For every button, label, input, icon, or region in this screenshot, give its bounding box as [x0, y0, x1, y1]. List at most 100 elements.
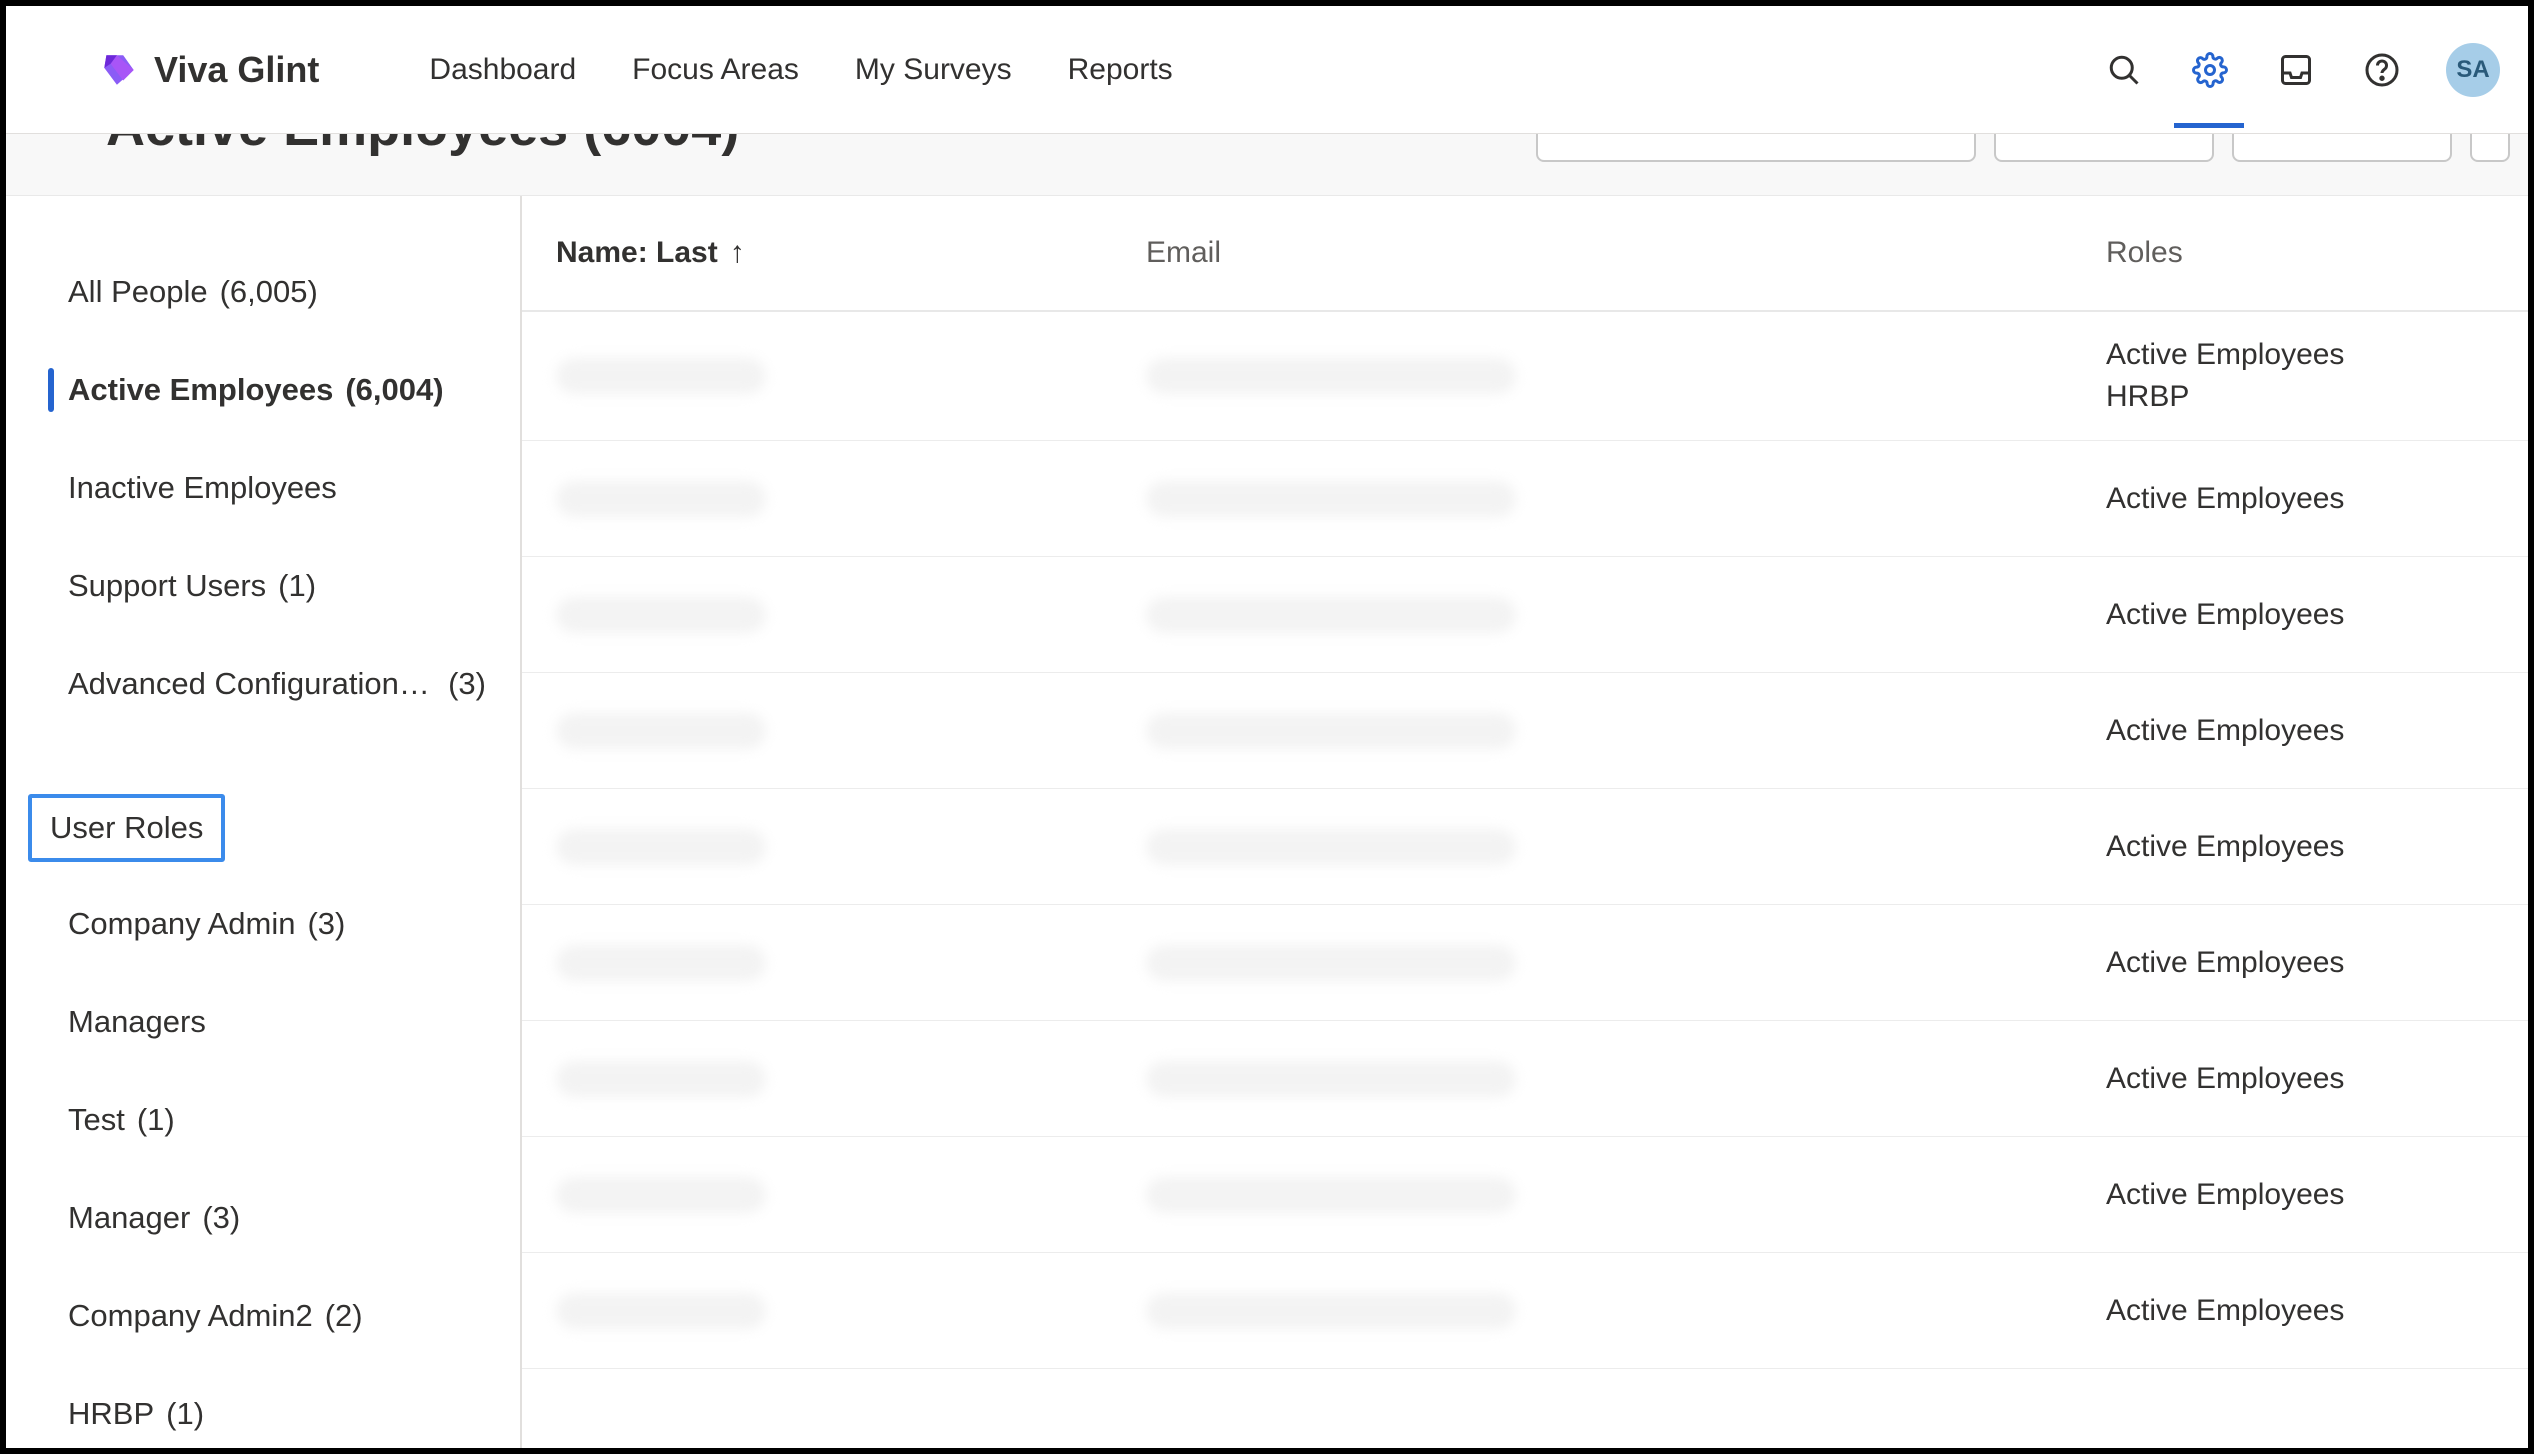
- sidebar-item-count: (6,005): [220, 274, 318, 310]
- sidebar-item-label: Manager: [68, 1200, 190, 1236]
- redacted-email: [1146, 358, 1516, 394]
- header-actions: [1536, 134, 2510, 162]
- sidebar-item-label: Test: [68, 1102, 125, 1138]
- sidebar-heading-user-roles: User Roles: [28, 794, 225, 862]
- redacted-email: [1146, 713, 1516, 749]
- redacted-name: [556, 358, 766, 394]
- cell-email: [1146, 358, 2106, 394]
- gear-icon: [2192, 52, 2228, 88]
- cell-email: [1146, 713, 2106, 749]
- table-row[interactable]: Active Employees HRBP: [522, 312, 2528, 441]
- inbox-icon: [2278, 52, 2314, 88]
- header-action-2[interactable]: [1994, 134, 2214, 162]
- table-row[interactable]: Active Employees: [522, 789, 2528, 905]
- table-row[interactable]: Active Employees: [522, 441, 2528, 557]
- redacted-name: [556, 1177, 766, 1213]
- cell-email: [1146, 945, 2106, 981]
- cell-email: [1146, 481, 2106, 517]
- settings-active-indicator: [2174, 123, 2244, 128]
- page-title: Active Employees (6004): [106, 134, 739, 158]
- sidebar-item-count: (3): [202, 1200, 240, 1236]
- redacted-email: [1146, 1293, 1516, 1329]
- header-action-1[interactable]: [1536, 134, 1976, 162]
- sidebar-item-inactive-employees[interactable]: Inactive Employees: [28, 460, 498, 516]
- column-header-roles[interactable]: Roles: [2106, 236, 2494, 270]
- cell-name: [556, 829, 1146, 865]
- sort-ascending-icon: ↑: [730, 236, 745, 270]
- sidebar-item-count: (3): [307, 906, 345, 942]
- viva-glint-logo-icon: [98, 49, 140, 91]
- sidebar-item-label: Inactive Employees: [68, 470, 337, 506]
- cell-roles: Active Employees: [2106, 456, 2494, 542]
- sidebar-item-hrbp[interactable]: HRBP (1): [28, 1386, 498, 1442]
- table-header: Name: Last ↑ Email Roles: [522, 196, 2528, 312]
- redacted-name: [556, 597, 766, 633]
- column-header-name-label: Name: Last: [556, 236, 718, 270]
- sidebar-item-managers[interactable]: Managers: [28, 994, 498, 1050]
- sidebar-item-count: (1): [166, 1396, 204, 1432]
- sidebar-item-active-employees[interactable]: Active Employees (6,004): [28, 362, 498, 418]
- table-row[interactable]: Active Employees: [522, 673, 2528, 789]
- sidebar: All People (6,005) Active Employees (6,0…: [6, 196, 522, 1448]
- cell-name: [556, 481, 1146, 517]
- nav-link-dashboard[interactable]: Dashboard: [429, 53, 576, 87]
- column-header-email[interactable]: Email: [1146, 236, 2106, 270]
- redacted-name: [556, 713, 766, 749]
- header-action-3[interactable]: [2232, 134, 2452, 162]
- brand-name: Viva Glint: [154, 49, 319, 91]
- inbox-button[interactable]: [2274, 48, 2318, 92]
- table-row[interactable]: Active Employees: [522, 1137, 2528, 1253]
- cell-email: [1146, 1177, 2106, 1213]
- sidebar-item-support-users[interactable]: Support Users (1): [28, 558, 498, 614]
- column-header-name[interactable]: Name: Last ↑: [556, 236, 1146, 270]
- cell-name: [556, 1177, 1146, 1213]
- table-row[interactable]: Active Employees: [522, 1253, 2528, 1369]
- redacted-name: [556, 1293, 766, 1329]
- nav-link-focus-areas[interactable]: Focus Areas: [632, 53, 799, 87]
- sidebar-item-label: All People: [68, 274, 208, 310]
- sidebar-item-label: Company Admin2: [68, 1298, 313, 1334]
- redacted-name: [556, 945, 766, 981]
- nav-link-my-surveys[interactable]: My Surveys: [855, 53, 1012, 87]
- top-nav: Viva Glint Dashboard Focus Areas My Surv…: [6, 6, 2528, 134]
- cell-name: [556, 597, 1146, 633]
- search-button[interactable]: [2102, 48, 2146, 92]
- sidebar-item-test[interactable]: Test (1): [28, 1092, 498, 1148]
- sidebar-item-advanced-config[interactable]: Advanced Configuration Acc… (3): [28, 656, 498, 712]
- body: All People (6,005) Active Employees (6,0…: [6, 196, 2528, 1448]
- cell-roles: Active Employees: [2106, 1152, 2494, 1238]
- sidebar-item-company-admin2[interactable]: Company Admin2 (2): [28, 1288, 498, 1344]
- cell-name: [556, 1061, 1146, 1097]
- main-content: Name: Last ↑ Email Roles Active Employee…: [522, 196, 2528, 1448]
- sidebar-item-label: Active Employees: [68, 372, 333, 408]
- sidebar-item-manager[interactable]: Manager (3): [28, 1190, 498, 1246]
- cell-email: [1146, 1293, 2106, 1329]
- nav-links: Dashboard Focus Areas My Surveys Reports: [429, 53, 1172, 87]
- cell-roles: Active Employees: [2106, 572, 2494, 658]
- sidebar-item-label: Advanced Configuration Acc…: [68, 666, 436, 702]
- help-button[interactable]: [2360, 48, 2404, 92]
- nav-link-reports[interactable]: Reports: [1068, 53, 1173, 87]
- table-row[interactable]: Active Employees: [522, 1021, 2528, 1137]
- settings-button[interactable]: [2188, 48, 2232, 92]
- cell-roles: Active Employees: [2106, 1036, 2494, 1122]
- redacted-email: [1146, 1177, 1516, 1213]
- avatar[interactable]: SA: [2446, 43, 2500, 97]
- header-action-4[interactable]: [2470, 134, 2510, 162]
- table-row[interactable]: Active Employees: [522, 557, 2528, 673]
- redacted-email: [1146, 1061, 1516, 1097]
- sidebar-item-company-admin[interactable]: Company Admin (3): [28, 896, 498, 952]
- app-frame: Viva Glint Dashboard Focus Areas My Surv…: [0, 0, 2534, 1454]
- table-row[interactable]: Active Employees: [522, 905, 2528, 1021]
- sidebar-item-label: Company Admin: [68, 906, 295, 942]
- redacted-email: [1146, 481, 1516, 517]
- cell-name: [556, 713, 1146, 749]
- sidebar-item-count: (2): [325, 1298, 363, 1334]
- redacted-name: [556, 1061, 766, 1097]
- sidebar-item-all-people[interactable]: All People (6,005): [28, 264, 498, 320]
- redacted-email: [1146, 945, 1516, 981]
- sidebar-item-count: (3): [448, 666, 486, 702]
- cell-roles: Active Employees HRBP: [2106, 312, 2494, 440]
- redacted-email: [1146, 829, 1516, 865]
- redacted-name: [556, 481, 766, 517]
